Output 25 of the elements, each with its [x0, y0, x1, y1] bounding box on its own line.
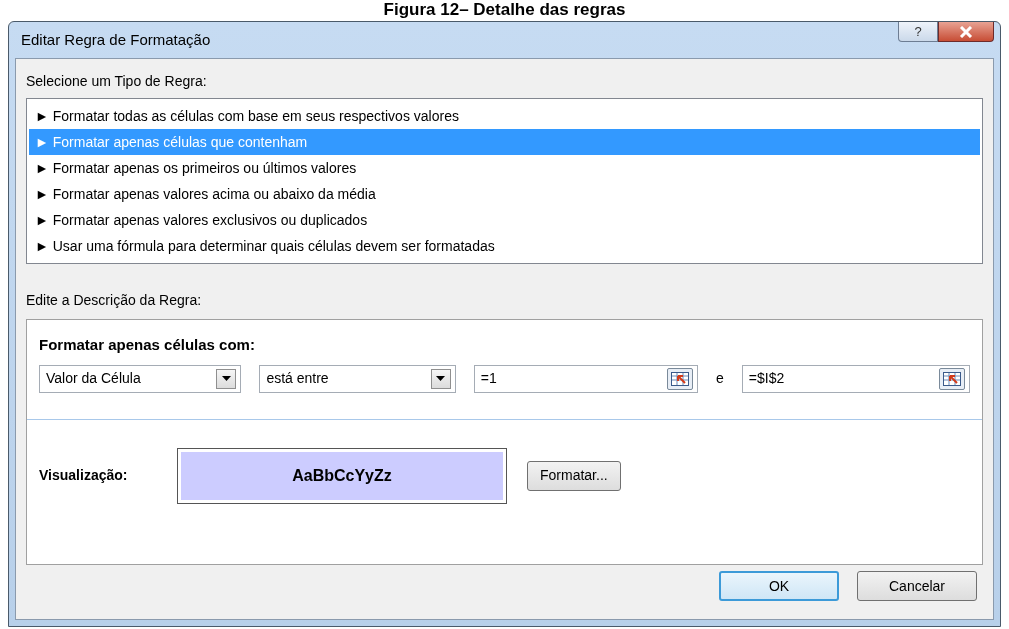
section-label: Selecione um Tipo de Regra: — [26, 72, 208, 91]
section-label: Edite a Descrição da Regra: — [26, 291, 203, 310]
reference-field[interactable]: =$I$2 — [741, 364, 970, 393]
list-item[interactable]: ► Formatar apenas valores acima ou abaixo da média — [29, 181, 980, 207]
list-item[interactable]: ► Formatar todas as células com base em seus respectivos valores — [29, 103, 980, 129]
dropdown[interactable]: Valor da Célula — [39, 364, 242, 393]
help-button[interactable]: ? — [898, 22, 938, 42]
close-button[interactable] — [938, 22, 994, 42]
dialog-button[interactable]: Cancelar — [857, 571, 977, 601]
figure-caption: Figura 12– Detalhe das regras — [382, 0, 627, 19]
dropdown[interactable]: está entre — [259, 364, 456, 393]
cell-picker-icon[interactable] — [667, 367, 694, 390]
preview-label: Visualização: — [39, 466, 129, 485]
connector-label: e — [716, 369, 724, 388]
preview-sample: AaBbCcYyZz — [181, 451, 503, 500]
list-item[interactable]: ► Formatar apenas valores exclusivos ou duplicados — [29, 207, 980, 233]
reference-field[interactable]: =1 — [473, 364, 699, 393]
format-button[interactable]: Formatar... — [527, 460, 621, 491]
list-item[interactable]: ► Formatar apenas os primeiros ou últimos valores — [29, 155, 980, 181]
dialog-button[interactable]: OK — [719, 571, 839, 601]
cell-picker-icon[interactable] — [939, 367, 965, 390]
window-title: Editar Regra de Formatação — [20, 29, 211, 50]
close-icon — [959, 25, 973, 38]
panel-heading: Formatar apenas células com: — [39, 335, 256, 355]
list-item[interactable]: ► Usar uma fórmula para determinar quais células devem ser formatadas — [29, 233, 980, 259]
